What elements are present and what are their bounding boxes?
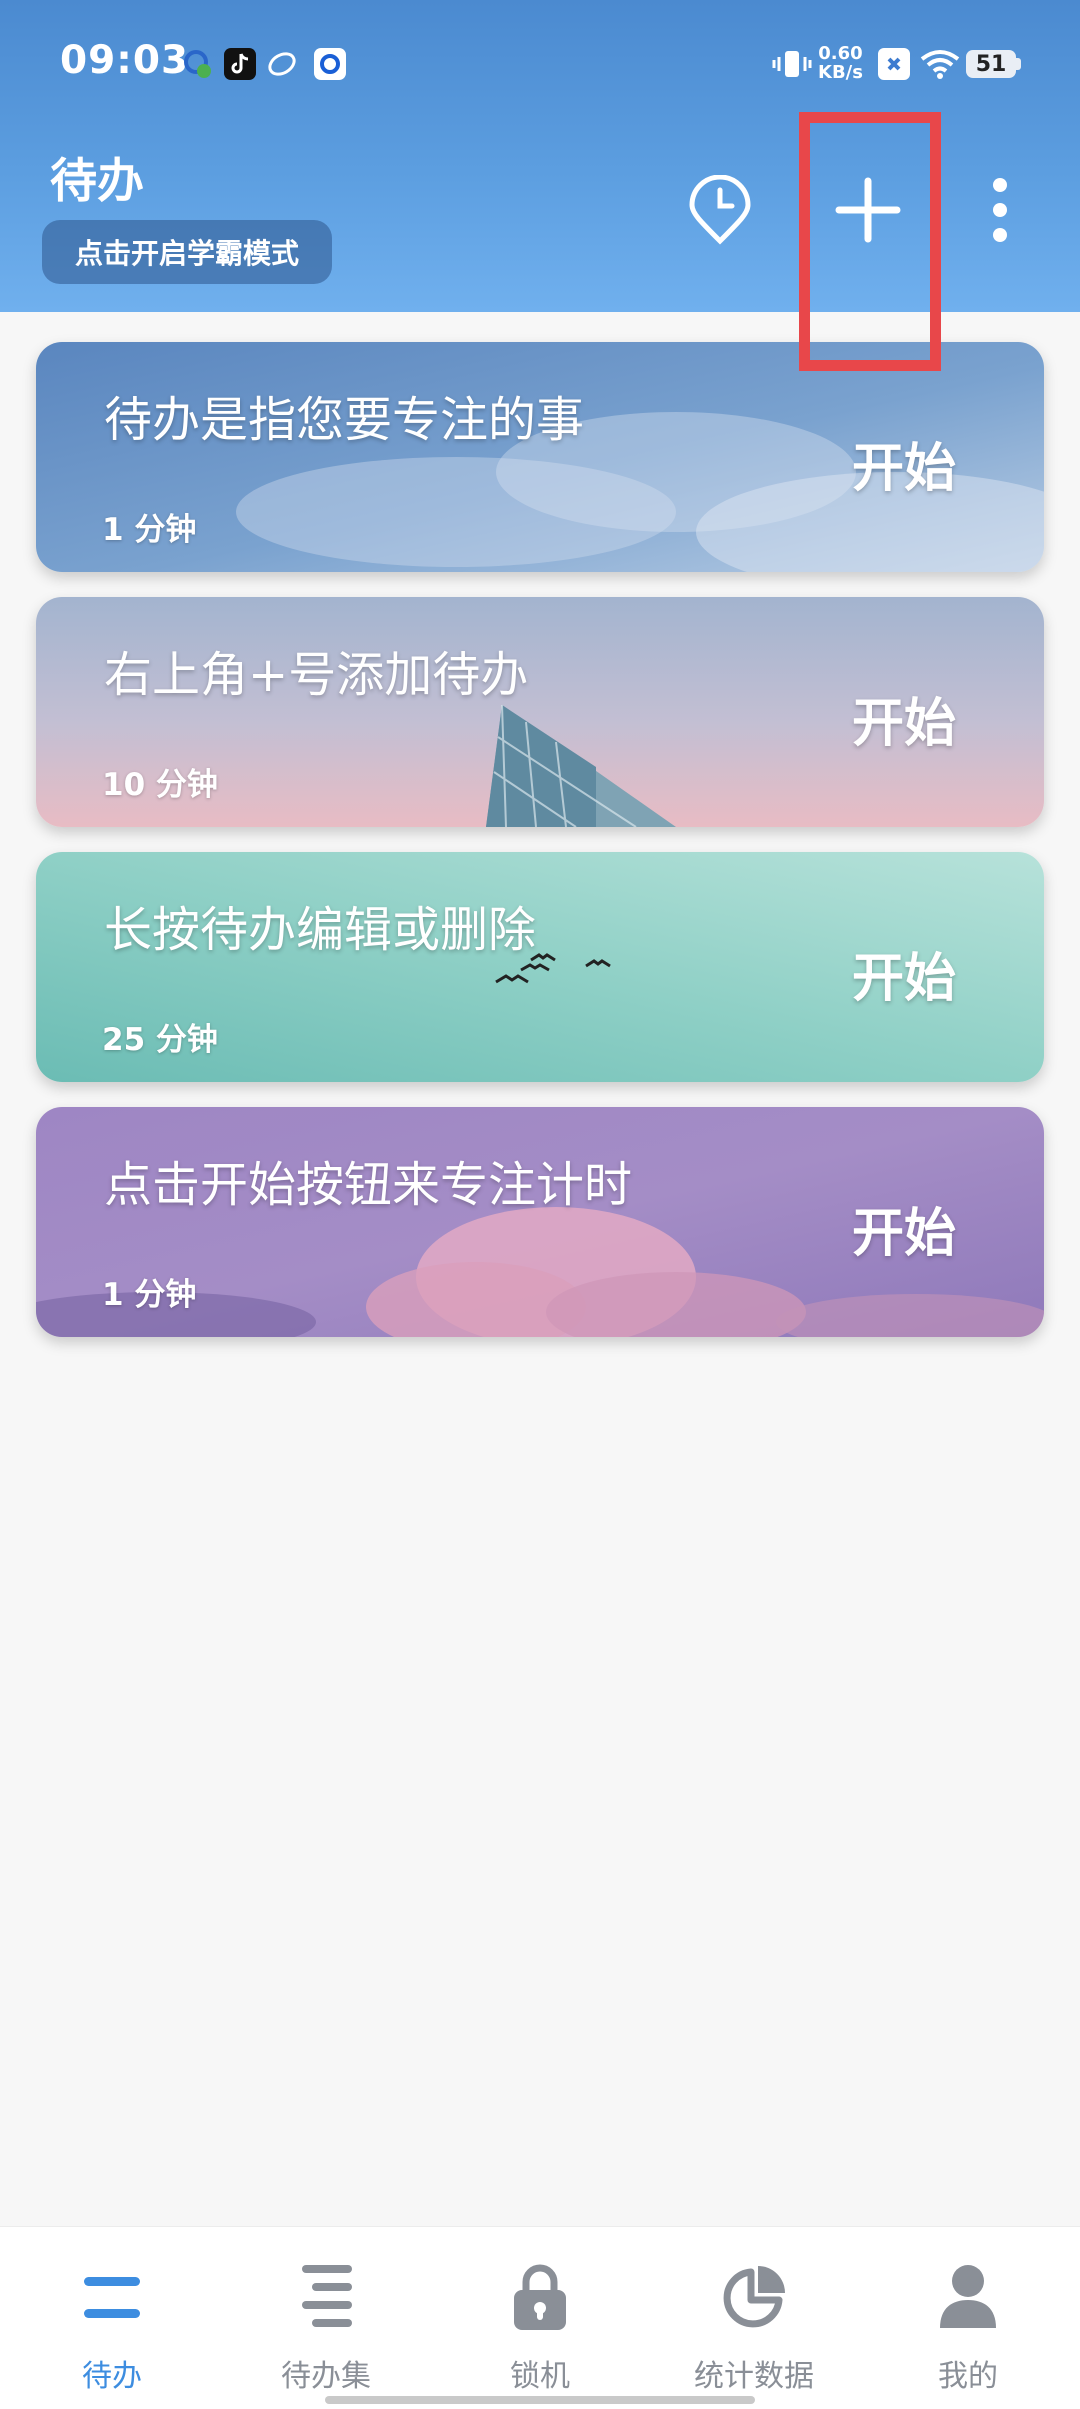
- todo-card[interactable]: 点击开始按钮来专注计时 1 分钟 开始: [36, 1107, 1044, 1337]
- lock-icon: [500, 2257, 580, 2337]
- more-vertical-icon: [993, 178, 1007, 242]
- nav-label: 统计数据: [694, 2359, 814, 2394]
- clock-icon[interactable]: [680, 170, 760, 250]
- plus-icon: [835, 177, 901, 243]
- todo-duration: 1 分钟: [102, 1277, 197, 1313]
- notification-app-icon: [182, 48, 214, 80]
- person-icon: [928, 2257, 1008, 2337]
- todo-card[interactable]: 长按待办编辑或删除 25 分钟 开始: [36, 852, 1044, 1082]
- status-time: 09:03: [60, 38, 190, 83]
- battery-tip: [1016, 58, 1021, 70]
- nav-label: 锁机: [510, 2359, 570, 2394]
- nav-profile[interactable]: 我的: [860, 2227, 1076, 2409]
- todo-duration: 10 分钟: [102, 767, 218, 803]
- bottom-navigation: 待办 待办集 锁机 统计数据 我的: [0, 2226, 1080, 2409]
- status-bar: 09:03 0.60 KB/s 51: [0, 0, 1080, 130]
- network-speed: 0.60 KB/s: [818, 44, 863, 82]
- nav-label: 待办集: [281, 2359, 371, 2394]
- wifi-icon: [918, 48, 962, 80]
- todo-title: 待办是指您要专注的事: [104, 392, 585, 448]
- nav-todo[interactable]: 待办: [4, 2227, 220, 2409]
- nav-lock[interactable]: 锁机: [432, 2227, 648, 2409]
- home-indicator[interactable]: [325, 2396, 755, 2404]
- page-title: 待办: [50, 154, 144, 209]
- nav-todo-set[interactable]: 待办集: [218, 2227, 434, 2409]
- network-speed-unit: KB/s: [818, 62, 863, 83]
- vibrate-icon: [772, 48, 812, 80]
- start-button[interactable]: 开始: [852, 426, 956, 501]
- more-menu-button[interactable]: [980, 170, 1020, 250]
- todo-title: 右上角+号添加待办: [104, 647, 529, 703]
- focus-mode-button[interactable]: 点击开启学霸模式: [42, 220, 332, 284]
- start-button[interactable]: 开始: [852, 936, 956, 1011]
- todo-icon: [72, 2257, 152, 2337]
- todo-duration: 25 分钟: [102, 1022, 218, 1058]
- nav-label: 待办: [82, 2359, 142, 2394]
- app-header: 09:03 0.60 KB/s 51 待办 点击开启学霸模式: [0, 0, 1080, 312]
- todo-duration: 1 分钟: [102, 512, 197, 548]
- message-app-icon: [314, 48, 346, 80]
- browser-app-icon: [266, 48, 298, 80]
- network-speed-value: 0.60: [818, 43, 863, 64]
- todo-title: 点击开始按钮来专注计时: [104, 1157, 633, 1213]
- nav-statistics[interactable]: 统计数据: [646, 2227, 862, 2409]
- start-button[interactable]: 开始: [852, 1191, 956, 1266]
- add-todo-button[interactable]: [826, 168, 910, 252]
- battery-indicator: 51: [966, 50, 1016, 78]
- nav-label: 我的: [938, 2359, 998, 2394]
- pie-chart-icon: [714, 2257, 794, 2337]
- todo-title: 长按待办编辑或删除: [104, 902, 537, 958]
- todo-card[interactable]: 右上角+号添加待办 10 分钟 开始: [36, 597, 1044, 827]
- tiktok-icon: [224, 48, 256, 80]
- sim-off-icon: [878, 48, 910, 80]
- todo-set-icon: [286, 2257, 366, 2337]
- todo-card[interactable]: 待办是指您要专注的事 1 分钟 开始: [36, 342, 1044, 572]
- start-button[interactable]: 开始: [852, 681, 956, 756]
